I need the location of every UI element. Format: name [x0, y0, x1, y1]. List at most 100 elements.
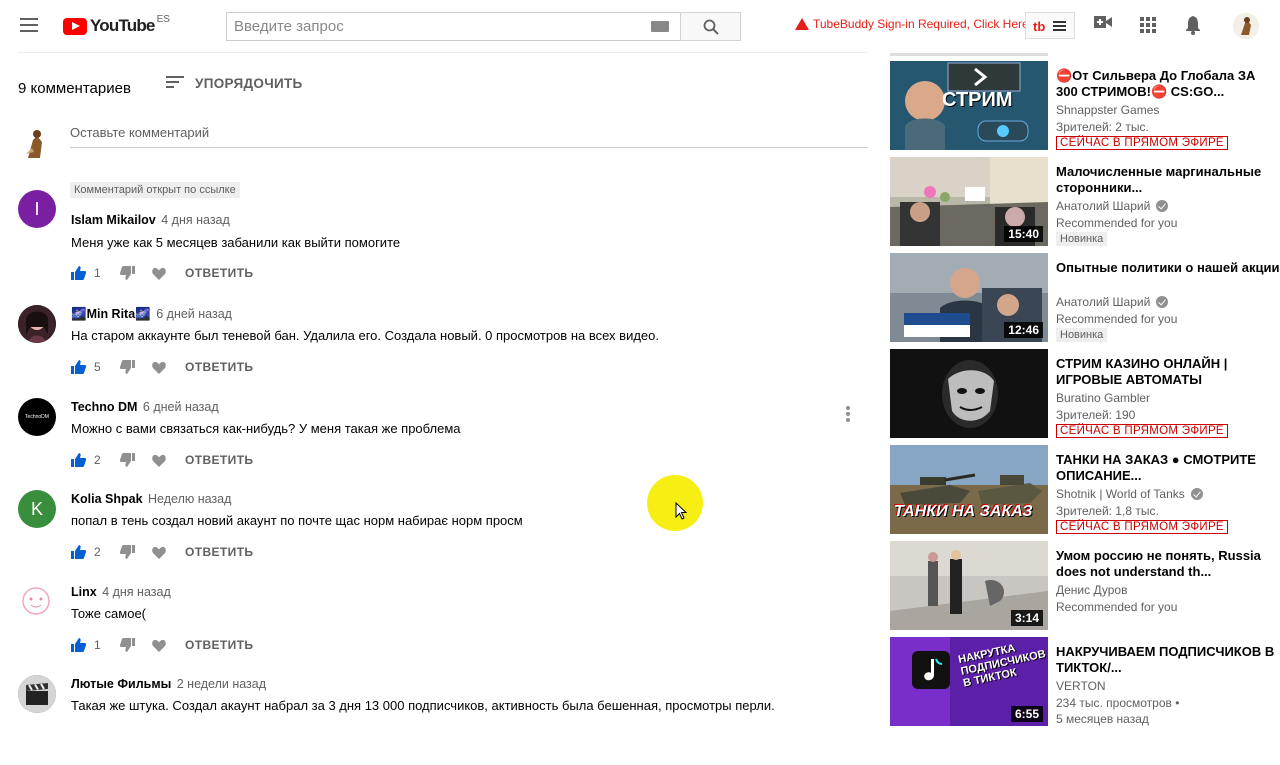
avatar[interactable]: I	[18, 190, 56, 228]
video-title[interactable]: ⛔От Сильвера До Глобала ЗА 300 СТРИМОВ!⛔…	[1056, 68, 1280, 99]
avatar[interactable]	[18, 675, 56, 713]
youtube-logo[interactable]: YouTube ES	[63, 13, 170, 36]
dislike-icon[interactable]	[120, 360, 135, 374]
like-icon[interactable]	[71, 638, 86, 652]
search-icon	[703, 19, 719, 35]
avatar[interactable]: K	[18, 490, 56, 528]
comment-time[interactable]: 4 дня назад	[161, 213, 230, 227]
comment-time[interactable]: Неделю назад	[148, 492, 231, 506]
channel-name[interactable]: Buratino Gambler	[1056, 391, 1150, 405]
like-count: 1	[94, 638, 101, 652]
video-thumbnail[interactable]: ТАНКИ НА ЗАКАЗ	[890, 445, 1048, 534]
video-item[interactable]: 3:14 Умом россию не понять, Russia does …	[889, 541, 1280, 631]
video-item[interactable]: СТРИМ ⛔От Сильвера До Глобала ЗА 300 СТР…	[889, 61, 1280, 151]
video-title[interactable]: Малочисленные маргинальные сторонники...	[1056, 164, 1280, 195]
video-viewers: Зрителей: 190	[1056, 408, 1136, 422]
comment-text: попал в тень создал новий акаунт по почт…	[71, 513, 523, 528]
search-button[interactable]	[680, 12, 741, 41]
like-icon[interactable]	[71, 266, 86, 280]
search-placeholder: Введите запрос	[234, 18, 344, 35]
video-title[interactable]: Умом россию не понять, Russia does not u…	[1056, 548, 1280, 579]
logo-region: ES	[156, 13, 170, 25]
channel-label: Shotnik | World of Tanks	[1056, 487, 1185, 501]
comment-author[interactable]: Techno DM	[71, 400, 137, 414]
notifications-bell-icon[interactable]	[1185, 16, 1201, 35]
channel-name[interactable]: VERTON	[1056, 679, 1106, 693]
comment-author[interactable]: Linx	[71, 585, 97, 599]
video-title[interactable]: СТРИМ КАЗИНО ОНЛАЙН | ИГРОВЫЕ АВТОМАТЫ	[1056, 356, 1280, 387]
thumbnail-text: СТРИМ	[942, 89, 1013, 111]
search-input[interactable]: Введите запрос	[226, 12, 681, 41]
avatar[interactable]	[18, 583, 56, 621]
video-thumbnail[interactable]: СТРИМ	[890, 61, 1048, 150]
add-comment-input[interactable]: Оставьте комментарий	[70, 125, 868, 148]
channel-name[interactable]: Анатолий Шарий	[1056, 295, 1169, 309]
keyboard-icon[interactable]	[651, 21, 669, 32]
video-title[interactable]: НАКРУЧИВАЕМ ПОДПИСЧИКОВ В ТИКТОК/...	[1056, 644, 1280, 675]
dislike-icon[interactable]	[120, 638, 135, 652]
comment-time[interactable]: 2 недели назад	[177, 677, 266, 691]
create-video-icon[interactable]	[1094, 15, 1112, 29]
avatar-letter: K	[30, 498, 43, 519]
video-duration: 12:46	[1004, 322, 1043, 338]
add-comment-placeholder: Оставьте комментарий	[70, 125, 210, 140]
channel-name[interactable]: Shnappster Games	[1056, 103, 1159, 117]
comment-actions: 1 ОТВЕТИТЬ	[71, 635, 253, 655]
heart-icon[interactable]	[152, 454, 166, 467]
video-thumbnail[interactable]: 12:46	[890, 253, 1048, 342]
dislike-icon[interactable]	[120, 453, 135, 467]
reply-button[interactable]: ОТВЕТИТЬ	[185, 266, 253, 280]
comment-author[interactable]: Islam Mikailov	[71, 213, 156, 227]
tubebuddy-menu-button[interactable]: tb	[1025, 12, 1075, 39]
tubebuddy-warning[interactable]: TubeBuddy Sign-in Required, Click Here	[795, 17, 1029, 31]
comment-time[interactable]: 6 дней назад	[143, 400, 219, 414]
video-thumbnail[interactable]: 15:40	[890, 157, 1048, 246]
dislike-icon[interactable]	[120, 545, 135, 559]
video-title[interactable]: Опытные политики о нашей акции	[1056, 260, 1280, 276]
warning-icon	[795, 18, 809, 30]
heart-icon[interactable]	[152, 267, 166, 280]
sort-comments-button[interactable]: УПОРЯДОЧИТЬ	[166, 76, 303, 91]
comment-time[interactable]: 6 дней назад	[156, 307, 232, 321]
avatar[interactable]	[18, 305, 56, 343]
comment-author[interactable]: Лютые Фильмы	[71, 677, 171, 691]
video-thumbnail[interactable]: НАКРУТКА ПОДПИСЧИКОВ В ТИКТОК 6:55	[890, 637, 1048, 726]
channel-name[interactable]: Анатолий Шарий	[1056, 199, 1169, 213]
video-thumbnail[interactable]	[890, 349, 1048, 438]
video-item[interactable]: 12:46 Опытные политики о нашей акции Ана…	[889, 253, 1280, 343]
video-thumbnail[interactable]: 3:14	[890, 541, 1048, 630]
channel-name[interactable]: Shotnik | World of Tanks	[1056, 487, 1203, 501]
menu-icon[interactable]	[20, 18, 38, 32]
comment-meta: 🌌Min Rita🌌 6 дней назад	[71, 307, 232, 322]
like-icon[interactable]	[71, 545, 86, 559]
more-actions-icon[interactable]	[846, 406, 850, 424]
comment-author[interactable]: 🌌Min Rita🌌	[71, 307, 151, 321]
apps-icon[interactable]	[1140, 17, 1156, 33]
video-item[interactable]: НАКРУТКА ПОДПИСЧИКОВ В ТИКТОК 6:55 НАКРУ…	[889, 637, 1280, 727]
heart-icon[interactable]	[152, 546, 166, 559]
like-icon[interactable]	[71, 453, 86, 467]
video-item[interactable]: 15:40 Малочисленные маргинальные сторонн…	[889, 157, 1280, 247]
video-title[interactable]: ТАНКИ НА ЗАКАЗ ● СМОТРИТЕ ОПИСАНИЕ...	[1056, 452, 1280, 483]
comment-author[interactable]: Kolia Shpak	[71, 492, 143, 506]
account-avatar[interactable]	[1233, 13, 1259, 39]
like-icon[interactable]	[71, 360, 86, 374]
comment-text: Тоже самое(	[71, 606, 147, 621]
video-item[interactable]: ТАНКИ НА ЗАКАЗ ТАНКИ НА ЗАКАЗ ● СМОТРИТЕ…	[889, 445, 1280, 535]
comment-meta: Лютые Фильмы 2 недели назад	[71, 677, 266, 691]
reply-button[interactable]: ОТВЕТИТЬ	[185, 360, 253, 374]
heart-icon[interactable]	[152, 361, 166, 374]
previous-thumbnail-edge	[890, 53, 1048, 56]
video-item[interactable]: СТРИМ КАЗИНО ОНЛАЙН | ИГРОВЫЕ АВТОМАТЫ B…	[889, 349, 1280, 439]
dislike-icon[interactable]	[120, 266, 135, 280]
avatar[interactable]: TechnoDM	[18, 398, 56, 436]
reply-button[interactable]: ОТВЕТИТЬ	[185, 545, 253, 559]
reply-button[interactable]: ОТВЕТИТЬ	[185, 638, 253, 652]
heart-icon[interactable]	[152, 639, 166, 652]
channel-name[interactable]: Денис Дуров	[1056, 583, 1127, 597]
new-badge: Новинка	[1056, 328, 1108, 342]
comment-time[interactable]: 4 дня назад	[102, 585, 171, 599]
comment-item: TechnoDM Techno DM 6 дней назад Можно с …	[18, 398, 858, 488]
verified-icon	[1190, 488, 1203, 500]
reply-button[interactable]: ОТВЕТИТЬ	[185, 453, 253, 467]
